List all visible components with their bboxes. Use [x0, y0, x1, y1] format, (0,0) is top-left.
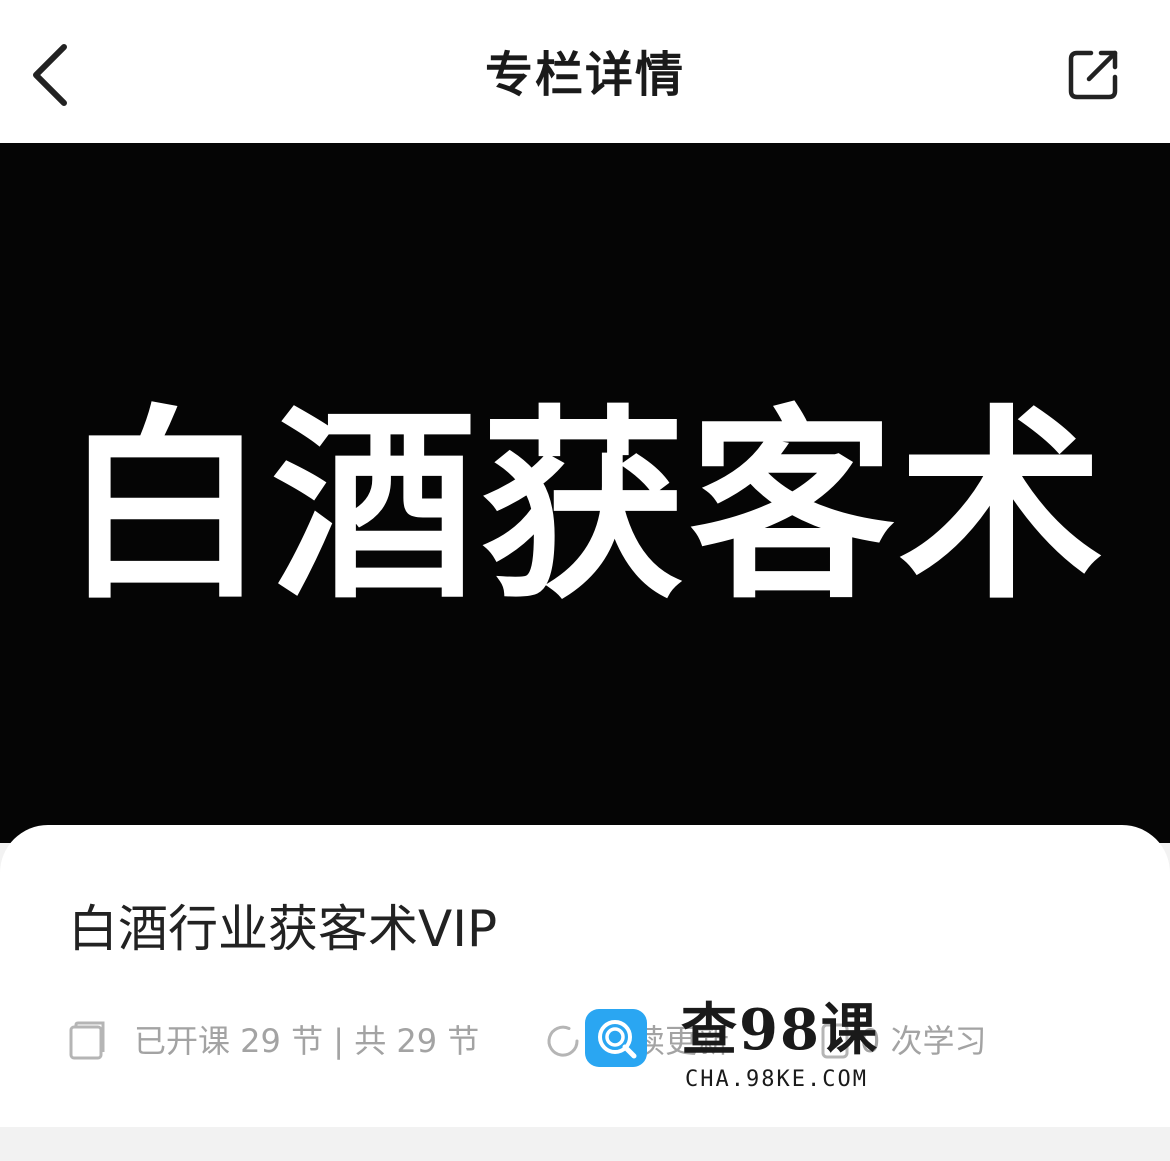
banner-title: 白酒获客术 [62, 389, 1108, 627]
course-cover-banner: 白酒获客术 [0, 143, 1170, 843]
book-icon [69, 1021, 105, 1060]
share-external-icon [1068, 50, 1118, 100]
refresh-icon [547, 1025, 579, 1057]
watermark: 查98课 CHA.98KE.COM [585, 995, 885, 1105]
top-nav-bar: 专栏详情 [0, 0, 1170, 143]
watermark-main-text: 查98课 [681, 997, 879, 1063]
watermark-sub-text: CHA.98KE.COM [685, 1067, 868, 1092]
page-title: 专栏详情 [484, 47, 685, 103]
share-button[interactable] [1064, 44, 1124, 104]
course-title: 白酒行业获客术VIP [68, 900, 498, 958]
lessons-text: 已开课 29 节 | 共 29 节 [134, 1022, 480, 1060]
watermark-logo-icon [585, 1009, 647, 1067]
lessons-meta: 已开课 29 节 | 共 29 节 [68, 1013, 479, 1069]
